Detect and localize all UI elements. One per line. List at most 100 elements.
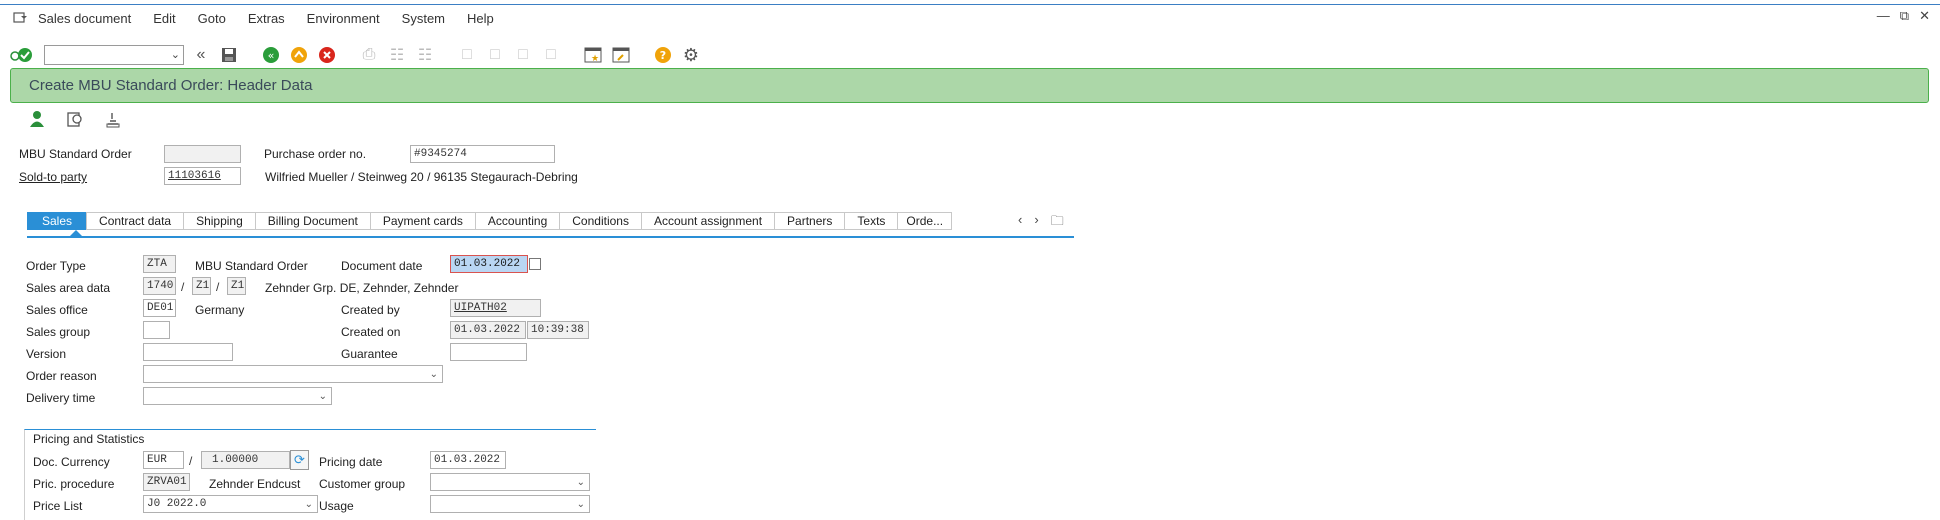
delivery-time-dropdown[interactable]: ⌄	[143, 387, 332, 405]
menu-environment[interactable]: Environment	[307, 11, 380, 26]
save-icon[interactable]	[218, 44, 240, 66]
tab-partners[interactable]: Partners	[774, 212, 845, 230]
created-by-field: UIPATH02	[450, 299, 541, 317]
menu-toggle-icon[interactable]	[12, 11, 28, 25]
command-field[interactable]: ⌄	[44, 45, 184, 65]
tab-conditions[interactable]: Conditions	[559, 212, 641, 230]
previous-page-icon: □	[490, 46, 500, 63]
sold-to-party-label[interactable]: Sold-to party	[19, 170, 87, 184]
sales-group-label: Sales group	[26, 325, 91, 339]
menu-goto[interactable]: Goto	[198, 11, 226, 26]
page-title: Create MBU Standard Order: Header Data	[29, 77, 313, 94]
usage-dropdown[interactable]: ⌄	[430, 495, 590, 513]
chevron-down-icon[interactable]: ⌄	[171, 48, 180, 61]
chevron-down-icon: ⌄	[429, 369, 438, 380]
slash-separator: /	[181, 280, 185, 294]
order-type-description: MBU Standard Order	[195, 259, 308, 273]
usage-label: Usage	[319, 499, 354, 513]
created-by-label: Created by	[341, 303, 400, 317]
standard-toolbar: ⌄ « « ⎙ ☷ ☷ □ □ □ □ ★ ? ⚙	[10, 44, 702, 66]
group-title: Pricing and Statistics	[33, 432, 145, 446]
cancel-icon[interactable]	[316, 44, 338, 66]
window-controls: — ⧉ ✕	[1877, 8, 1930, 24]
first-page-icon: □	[462, 46, 472, 63]
restore-icon[interactable]: ⧉	[1900, 8, 1909, 24]
guarantee-label: Guarantee	[341, 347, 398, 361]
tab-scroll-right-icon[interactable]: ›	[1034, 212, 1038, 234]
status-overview-icon[interactable]	[102, 108, 124, 130]
order-number-field	[164, 145, 241, 163]
svg-text:★: ★	[591, 54, 599, 64]
purchase-order-label: Purchase order no.	[264, 147, 367, 161]
window-top-border	[0, 4, 1940, 5]
sales-office-field[interactable]: DE01	[143, 299, 176, 317]
enter-check-icon[interactable]	[10, 45, 34, 65]
tab-texts[interactable]: Texts	[844, 212, 898, 230]
order-reason-label: Order reason	[26, 369, 97, 383]
settings-gear-icon[interactable]: ⚙	[680, 44, 702, 66]
tab-payment-cards[interactable]: Payment cards	[369, 212, 475, 230]
purchase-order-field[interactable]: #9345274	[410, 145, 555, 163]
sales-area-description: Zehnder Grp. DE, Zehnder, Zehnder	[265, 281, 459, 295]
close-window-icon[interactable]: ✕	[1919, 8, 1930, 24]
document-date-label: Document date	[341, 259, 423, 273]
active-tab-indicator	[70, 230, 82, 236]
exit-icon[interactable]	[288, 44, 310, 66]
tab-scroll-left-icon[interactable]: ‹	[1018, 212, 1022, 234]
created-on-label: Created on	[341, 325, 401, 339]
menu-edit[interactable]: Edit	[153, 11, 175, 26]
order-reason-dropdown[interactable]: ⌄	[143, 365, 443, 383]
customer-group-label: Customer group	[319, 477, 406, 491]
tab-shipping[interactable]: Shipping	[183, 212, 255, 230]
screen-title-bar: Create MBU Standard Order: Header Data	[10, 68, 1929, 103]
back-icon[interactable]: «	[260, 44, 282, 66]
tab-contract-data[interactable]: Contract data	[86, 212, 184, 230]
create-session-icon[interactable]: ★	[582, 44, 604, 66]
currency-field[interactable]: EUR	[143, 451, 184, 469]
price-list-dropdown[interactable]: J0 2022.0 ⌄	[143, 495, 318, 513]
refresh-rate-icon[interactable]: ⟳	[290, 450, 309, 470]
tab-strip: Sales Contract data Shipping Billing Doc…	[27, 212, 953, 230]
tab-order-data[interactable]: Orde...	[897, 212, 953, 230]
tab-list-icon[interactable]: 🗀	[1051, 212, 1064, 234]
guarantee-field[interactable]	[450, 343, 527, 361]
pricing-date-label: Pricing date	[319, 455, 383, 469]
sales-group-field[interactable]	[143, 321, 170, 339]
tab-billing-document[interactable]: Billing Document	[254, 212, 370, 230]
help-icon[interactable]: ?	[652, 44, 674, 66]
delivery-time-label: Delivery time	[26, 391, 96, 405]
menu-extras[interactable]: Extras	[248, 11, 285, 26]
application-toolbar	[26, 108, 124, 130]
partner-person-icon[interactable]	[26, 108, 48, 130]
order-type-code: ZTA	[143, 255, 176, 273]
document-date-field[interactable]: 01.03.2022	[450, 255, 528, 273]
minimize-icon[interactable]: —	[1877, 8, 1890, 24]
menu-help[interactable]: Help	[467, 11, 494, 26]
double-back-icon[interactable]: «	[190, 44, 212, 66]
create-shortcut-icon[interactable]	[610, 44, 632, 66]
svg-text:?: ?	[660, 49, 666, 62]
calendar-icon[interactable]	[529, 258, 541, 270]
sales-office-description: Germany	[195, 303, 245, 317]
menu-sales-document[interactable]: Sales document	[38, 11, 131, 26]
svg-text:«: «	[268, 49, 275, 62]
tab-underline	[27, 236, 1074, 238]
sold-to-party-field[interactable]: 11103616	[164, 167, 241, 185]
slash-separator: /	[216, 280, 220, 294]
tab-accounting[interactable]: Accounting	[474, 212, 560, 230]
tab-sales[interactable]: Sales	[27, 212, 87, 230]
pricing-date-field[interactable]: 01.03.2022	[430, 451, 506, 469]
print-icon: ⎙	[362, 46, 376, 63]
tab-account-assignment[interactable]: Account assignment	[640, 212, 775, 230]
division-field: Z1	[227, 277, 246, 295]
version-field[interactable]	[143, 343, 233, 361]
sales-office-label: Sales office	[26, 303, 88, 317]
sold-to-address: Wilfried Mueller / Steinweg 20 / 96135 S…	[265, 170, 578, 184]
tab-navigation: ‹ › 🗀	[1018, 212, 1064, 234]
next-page-icon: □	[518, 46, 528, 63]
pricing-procedure-description: Zehnder Endcust	[209, 477, 301, 491]
menu-system[interactable]: System	[402, 11, 445, 26]
doc-currency-label: Doc. Currency	[33, 455, 110, 469]
customer-group-dropdown[interactable]: ⌄	[430, 473, 590, 491]
display-document-flow-icon[interactable]	[64, 108, 86, 130]
